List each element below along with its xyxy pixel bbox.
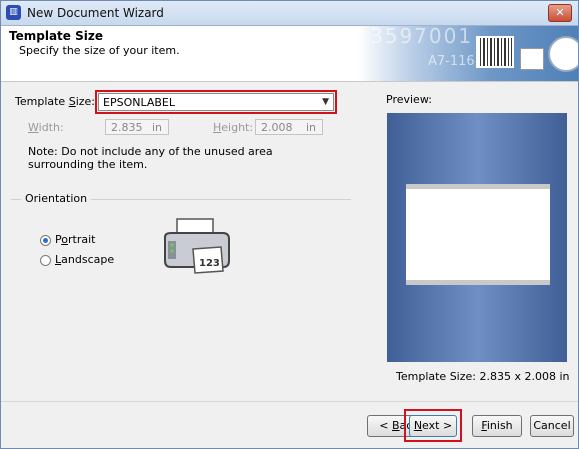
highlight-next	[404, 409, 462, 442]
highlight-template-size	[95, 90, 337, 114]
banner-number: 3597001	[370, 26, 474, 48]
width-field[interactable]: 2.835 in	[105, 119, 169, 135]
app-icon: ▥	[6, 5, 21, 20]
window-title: New Document Wizard	[27, 6, 164, 20]
landscape-label[interactable]: Landscape	[55, 253, 114, 266]
template-size-label: Template Size:	[15, 95, 95, 108]
width-label: Width:	[28, 121, 64, 134]
preview-label: Preview:	[386, 93, 432, 106]
barcode-icon	[476, 36, 514, 68]
width-value: 2.835	[111, 121, 143, 134]
height-field[interactable]: 2.008 in	[255, 119, 323, 135]
portrait-label[interactable]: Portrait	[55, 233, 95, 246]
preview-label-sheet	[406, 184, 550, 285]
page-title: Template Size	[9, 29, 103, 43]
preview-size-text: Template Size: 2.835 x 2.008 in	[396, 370, 570, 383]
footer-divider	[1, 401, 578, 402]
cancel-button[interactable]: Cancel	[530, 415, 574, 437]
height-unit: in	[305, 121, 316, 134]
wizard-header: 3597001 A7-116 Template Size Specify the…	[1, 26, 578, 82]
close-button[interactable]: ✕	[548, 4, 572, 22]
width-unit: in	[151, 121, 162, 134]
close-icon: ✕	[555, 6, 565, 19]
printer-label-text: 123	[199, 258, 220, 269]
disc-icon	[548, 36, 578, 72]
title-bar[interactable]: ▥ New Document Wizard ✕	[1, 1, 578, 26]
landscape-radio[interactable]	[40, 255, 51, 266]
wizard-window: ▥ New Document Wizard ✕ 3597001 A7-116 T…	[0, 0, 579, 449]
page-subtitle: Specify the size of your item.	[19, 44, 180, 57]
finish-button[interactable]: Finish	[472, 415, 522, 437]
height-value: 2.008	[261, 121, 293, 134]
header-banner-graphic: 3597001 A7-116	[358, 26, 578, 81]
printer-icon: 123	[164, 218, 230, 274]
orientation-group-label: Orientation	[21, 192, 92, 205]
height-label: Height:	[213, 121, 254, 134]
qr-code-icon	[520, 48, 544, 70]
size-note: Note: Do not include any of the unused a…	[28, 145, 273, 171]
banner-code: A7-116	[428, 54, 475, 69]
portrait-radio[interactable]	[40, 235, 51, 246]
